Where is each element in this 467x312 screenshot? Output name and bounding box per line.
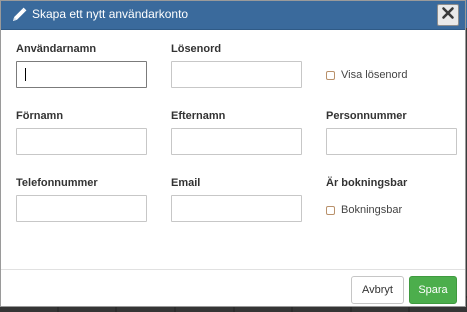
personal-number-input[interactable] (326, 128, 457, 155)
save-button[interactable]: Spara (409, 276, 457, 304)
show-password-option[interactable]: Visa lösenord (326, 69, 407, 81)
bookable-checkbox[interactable] (326, 205, 335, 215)
password-label: Lösenord (171, 43, 222, 55)
create-account-dialog: Skapa ett nytt användarkonto Användarnam… (0, 0, 466, 307)
close-button[interactable] (437, 4, 459, 26)
close-icon (441, 6, 455, 25)
email-input[interactable] (171, 195, 302, 222)
cancel-button[interactable]: Avbryt (351, 276, 404, 304)
phone-input[interactable] (16, 195, 147, 222)
personal-number-label: Personnummer (326, 110, 407, 122)
password-input[interactable] (171, 61, 302, 88)
phone-label: Telefonnummer (16, 177, 98, 189)
text-caret (25, 68, 26, 81)
show-password-label: Visa lösenord (341, 69, 408, 81)
last-name-input[interactable] (171, 128, 302, 155)
bookable-option[interactable]: Bokningsbar (326, 204, 402, 216)
bookable-heading: Är bokningsbar (326, 177, 408, 189)
dialog-footer: Avbryt Spara (1, 269, 465, 308)
username-input[interactable] (16, 61, 147, 88)
show-password-checkbox[interactable] (326, 70, 335, 80)
dialog-titlebar: Skapa ett nytt användarkonto (1, 1, 465, 30)
dialog-title: Skapa ett nytt användarkonto (32, 7, 189, 21)
pencil-icon (10, 6, 28, 24)
bookable-label: Bokningsbar (341, 204, 403, 216)
email-label: Email (171, 177, 201, 189)
username-label: Användarnamn (16, 43, 97, 55)
first-name-input[interactable] (16, 128, 147, 155)
last-name-label: Efternamn (171, 110, 226, 122)
first-name-label: Förnamn (16, 110, 64, 122)
